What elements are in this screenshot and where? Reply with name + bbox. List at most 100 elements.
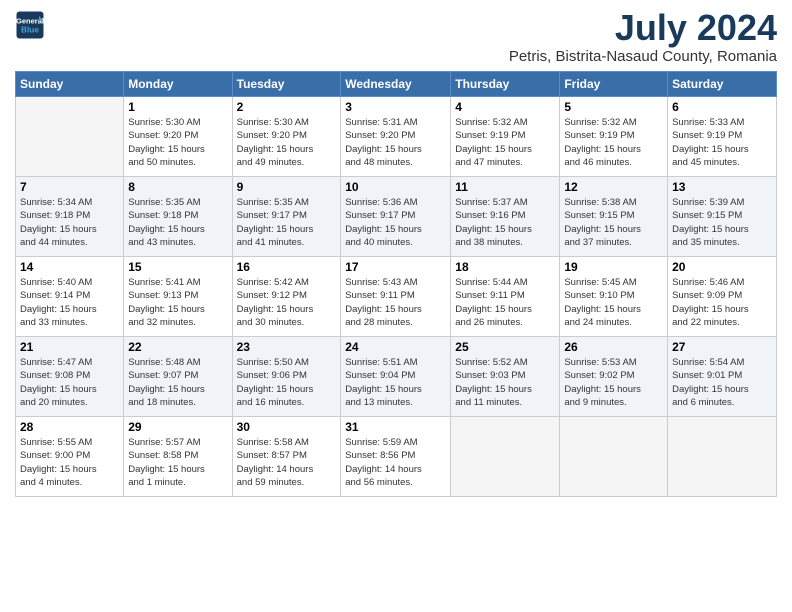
day-number: 30 (237, 420, 337, 434)
day-number: 7 (20, 180, 119, 194)
day-cell: 10 Sunrise: 5:36 AMSunset: 9:17 PMDayligh… (341, 177, 451, 257)
day-cell (451, 417, 560, 497)
day-info: Sunrise: 5:32 AMSunset: 9:19 PMDaylight:… (455, 116, 555, 169)
day-cell: 24 Sunrise: 5:51 AMSunset: 9:04 PMDayligh… (341, 337, 451, 417)
day-info: Sunrise: 5:53 AMSunset: 9:02 PMDaylight:… (564, 356, 663, 409)
day-number: 8 (128, 180, 227, 194)
header: General Blue July 2024 Petris, Bistrita-… (15, 10, 777, 65)
day-cell: 16 Sunrise: 5:42 AMSunset: 9:12 PMDayligh… (232, 257, 341, 337)
day-info: Sunrise: 5:39 AMSunset: 9:15 PMDaylight:… (672, 196, 772, 249)
day-cell: 29 Sunrise: 5:57 AMSunset: 8:58 PMDayligh… (124, 417, 232, 497)
svg-text:Blue: Blue (21, 26, 39, 35)
col-friday: Friday (560, 72, 668, 97)
day-number: 27 (672, 340, 772, 354)
page-container: General Blue July 2024 Petris, Bistrita-… (0, 0, 792, 507)
day-number: 21 (20, 340, 119, 354)
header-row: Sunday Monday Tuesday Wednesday Thursday… (16, 72, 777, 97)
day-cell: 28 Sunrise: 5:55 AMSunset: 9:00 PMDayligh… (16, 417, 124, 497)
day-info: Sunrise: 5:41 AMSunset: 9:13 PMDaylight:… (128, 276, 227, 329)
day-cell: 20Sunrise: 5:46 AMSunset: 9:09 PMDayligh… (668, 257, 777, 337)
day-info: Sunrise: 5:40 AMSunset: 9:14 PMDaylight:… (20, 276, 119, 329)
day-cell (16, 97, 124, 177)
day-info: Sunrise: 5:47 AMSunset: 9:08 PMDaylight:… (20, 356, 119, 409)
day-number: 11 (455, 180, 555, 194)
week-row-1: 1Sunrise: 5:30 AMSunset: 9:20 PMDaylight… (16, 97, 777, 177)
day-cell: 19Sunrise: 5:45 AMSunset: 9:10 PMDayligh… (560, 257, 668, 337)
day-info: Sunrise: 5:30 AMSunset: 9:20 PMDaylight:… (128, 116, 227, 169)
col-monday: Monday (124, 72, 232, 97)
day-number: 24 (345, 340, 446, 354)
day-cell: 31 Sunrise: 5:59 AMSunset: 8:56 PMDayligh… (341, 417, 451, 497)
week-row-2: 7 Sunrise: 5:34 AMSunset: 9:18 PMDaylight… (16, 177, 777, 257)
day-cell: 8 Sunrise: 5:35 AMSunset: 9:18 PMDaylight… (124, 177, 232, 257)
day-number: 17 (345, 260, 446, 274)
day-number: 18 (455, 260, 555, 274)
day-info: Sunrise: 5:46 AMSunset: 9:09 PMDaylight:… (672, 276, 772, 329)
day-cell: 1Sunrise: 5:30 AMSunset: 9:20 PMDaylight… (124, 97, 232, 177)
day-cell: 14 Sunrise: 5:40 AMSunset: 9:14 PMDayligh… (16, 257, 124, 337)
day-number: 3 (345, 100, 446, 114)
day-cell: 27Sunrise: 5:54 AMSunset: 9:01 PMDayligh… (668, 337, 777, 417)
day-cell: 17 Sunrise: 5:43 AMSunset: 9:11 PMDayligh… (341, 257, 451, 337)
day-cell: 5Sunrise: 5:32 AMSunset: 9:19 PMDaylight… (560, 97, 668, 177)
day-info: Sunrise: 5:38 AMSunset: 9:15 PMDaylight:… (564, 196, 663, 249)
day-info: Sunrise: 5:42 AMSunset: 9:12 PMDaylight:… (237, 276, 337, 329)
day-number: 6 (672, 100, 772, 114)
day-info: Sunrise: 5:43 AMSunset: 9:11 PMDaylight:… (345, 276, 446, 329)
day-number: 28 (20, 420, 119, 434)
day-info: Sunrise: 5:35 AMSunset: 9:18 PMDaylight:… (128, 196, 227, 249)
day-info: Sunrise: 5:57 AMSunset: 8:58 PMDaylight:… (128, 436, 227, 489)
day-cell: 18 Sunrise: 5:44 AMSunset: 9:11 PMDayligh… (451, 257, 560, 337)
day-number: 12 (564, 180, 663, 194)
day-number: 10 (345, 180, 446, 194)
day-info: Sunrise: 5:34 AMSunset: 9:18 PMDaylight:… (20, 196, 119, 249)
day-info: Sunrise: 5:58 AMSunset: 8:57 PMDaylight:… (237, 436, 337, 489)
week-row-4: 21 Sunrise: 5:47 AMSunset: 9:08 PMDayligh… (16, 337, 777, 417)
day-cell: 7 Sunrise: 5:34 AMSunset: 9:18 PMDaylight… (16, 177, 124, 257)
day-info: Sunrise: 5:37 AMSunset: 9:16 PMDaylight:… (455, 196, 555, 249)
col-tuesday: Tuesday (232, 72, 341, 97)
day-cell: 23Sunrise: 5:50 AMSunset: 9:06 PMDayligh… (232, 337, 341, 417)
day-info: Sunrise: 5:51 AMSunset: 9:04 PMDaylight:… (345, 356, 446, 409)
day-info: Sunrise: 5:44 AMSunset: 9:11 PMDaylight:… (455, 276, 555, 329)
day-number: 5 (564, 100, 663, 114)
day-info: Sunrise: 5:36 AMSunset: 9:17 PMDaylight:… (345, 196, 446, 249)
col-sunday: Sunday (16, 72, 124, 97)
day-number: 4 (455, 100, 555, 114)
day-number: 15 (128, 260, 227, 274)
col-wednesday: Wednesday (341, 72, 451, 97)
day-cell: 13 Sunrise: 5:39 AMSunset: 9:15 PMDayligh… (668, 177, 777, 257)
week-row-5: 28 Sunrise: 5:55 AMSunset: 9:00 PMDayligh… (16, 417, 777, 497)
day-cell: 25 Sunrise: 5:52 AMSunset: 9:03 PMDayligh… (451, 337, 560, 417)
logo: General Blue (15, 10, 45, 40)
col-saturday: Saturday (668, 72, 777, 97)
title-area: July 2024 Petris, Bistrita-Nasaud County… (509, 10, 777, 65)
day-number: 19 (564, 260, 663, 274)
day-info: Sunrise: 5:33 AMSunset: 9:19 PMDaylight:… (672, 116, 772, 169)
day-number: 23 (237, 340, 337, 354)
day-number: 2 (237, 100, 337, 114)
day-number: 13 (672, 180, 772, 194)
day-cell: 6 Sunrise: 5:33 AMSunset: 9:19 PMDaylight… (668, 97, 777, 177)
day-cell: 2Sunrise: 5:30 AMSunset: 9:20 PMDaylight… (232, 97, 341, 177)
day-number: 9 (237, 180, 337, 194)
day-cell: 21 Sunrise: 5:47 AMSunset: 9:08 PMDayligh… (16, 337, 124, 417)
day-cell: 3Sunrise: 5:31 AMSunset: 9:20 PMDaylight… (341, 97, 451, 177)
day-info: Sunrise: 5:48 AMSunset: 9:07 PMDaylight:… (128, 356, 227, 409)
day-number: 29 (128, 420, 227, 434)
calendar-table: Sunday Monday Tuesday Wednesday Thursday… (15, 71, 777, 497)
day-info: Sunrise: 5:55 AMSunset: 9:00 PMDaylight:… (20, 436, 119, 489)
day-cell: 12 Sunrise: 5:38 AMSunset: 9:15 PMDayligh… (560, 177, 668, 257)
day-info: Sunrise: 5:59 AMSunset: 8:56 PMDaylight:… (345, 436, 446, 489)
day-number: 16 (237, 260, 337, 274)
day-cell: 11 Sunrise: 5:37 AMSunset: 9:16 PMDayligh… (451, 177, 560, 257)
day-number: 26 (564, 340, 663, 354)
day-number: 31 (345, 420, 446, 434)
day-number: 25 (455, 340, 555, 354)
day-number: 14 (20, 260, 119, 274)
col-thursday: Thursday (451, 72, 560, 97)
week-row-3: 14 Sunrise: 5:40 AMSunset: 9:14 PMDayligh… (16, 257, 777, 337)
day-cell: 9Sunrise: 5:35 AMSunset: 9:17 PMDaylight… (232, 177, 341, 257)
day-info: Sunrise: 5:52 AMSunset: 9:03 PMDaylight:… (455, 356, 555, 409)
location-title: Petris, Bistrita-Nasaud County, Romania (509, 48, 777, 65)
